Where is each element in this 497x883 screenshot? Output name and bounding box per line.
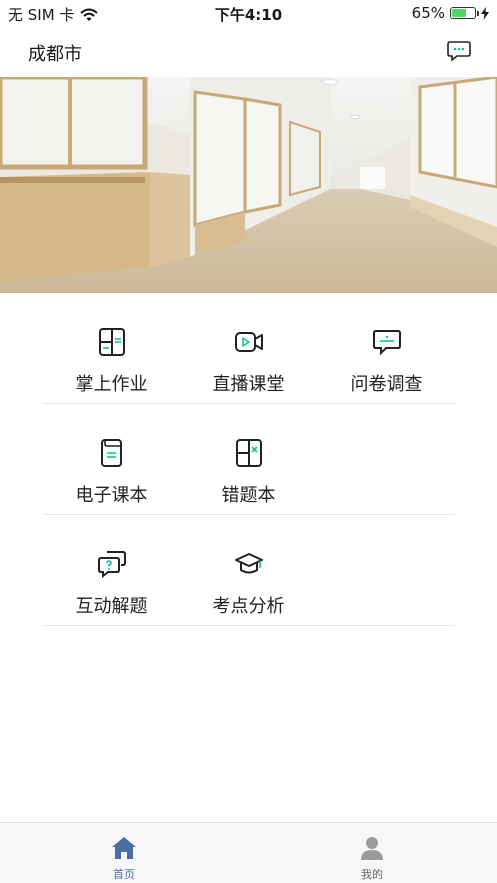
interactive-qa-button[interactable]: 互动解题 <box>43 515 180 625</box>
tab-mine-label: 我的 <box>361 868 383 881</box>
ebook-label: 电子课本 <box>75 485 148 506</box>
homework-icon <box>98 328 125 356</box>
status-bar: 无 SIM 卡 下午4:10 65% <box>0 0 497 26</box>
survey-button[interactable]: 问卷调查 <box>318 293 455 403</box>
status-right: 65% <box>412 4 489 22</box>
tab-mine[interactable]: 我的 <box>248 823 496 883</box>
homework-label: 掌上作业 <box>75 374 148 395</box>
ebook-button[interactable]: 电子课本 <box>43 404 180 514</box>
question-chat-icon <box>97 551 126 579</box>
feature-row: 互动解题 考点分析 <box>43 515 455 626</box>
mistake-book-label: 错题本 <box>221 485 276 506</box>
ebook-icon <box>100 439 122 467</box>
feature-row: 掌上作业 直播课堂 问卷调查 <box>43 293 455 404</box>
tab-home[interactable]: 首页 <box>0 823 248 883</box>
exam-analysis-button[interactable]: 考点分析 <box>180 515 317 625</box>
mistake-book-icon <box>235 439 262 467</box>
survey-chat-icon <box>372 330 401 356</box>
feature-row: 电子课本 错题本 <box>43 404 455 515</box>
nav-bar: 成都市 <box>0 26 497 76</box>
battery-icon <box>450 7 479 19</box>
mistake-book-button[interactable]: 错题本 <box>180 404 317 514</box>
user-icon <box>361 837 383 860</box>
video-camera-icon <box>234 332 263 352</box>
live-class-button[interactable]: 直播课堂 <box>180 293 317 403</box>
school-hallway-photo <box>0 77 497 293</box>
battery-fill <box>452 9 466 17</box>
banner-image[interactable] <box>0 77 497 293</box>
interactive-qa-label: 互动解题 <box>75 596 148 617</box>
graduation-cap-icon <box>234 553 263 574</box>
survey-label: 问卷调查 <box>350 374 423 395</box>
feature-grid: 掌上作业 直播课堂 问卷调查 电子课本 错题本 互动解题 考点分析 <box>0 293 497 626</box>
exam-analysis-label: 考点分析 <box>212 596 285 617</box>
homework-button[interactable]: 掌上作业 <box>43 293 180 403</box>
tab-bar: 首页 我的 <box>0 822 497 883</box>
live-class-label: 直播课堂 <box>212 374 285 395</box>
battery-percent: 65% <box>411 4 445 22</box>
tab-home-label: 首页 <box>113 868 135 881</box>
chat-bubble-icon[interactable] <box>447 40 471 62</box>
home-icon <box>112 837 136 859</box>
charging-bolt-icon <box>481 6 489 20</box>
city-title[interactable]: 成都市 <box>28 40 82 66</box>
